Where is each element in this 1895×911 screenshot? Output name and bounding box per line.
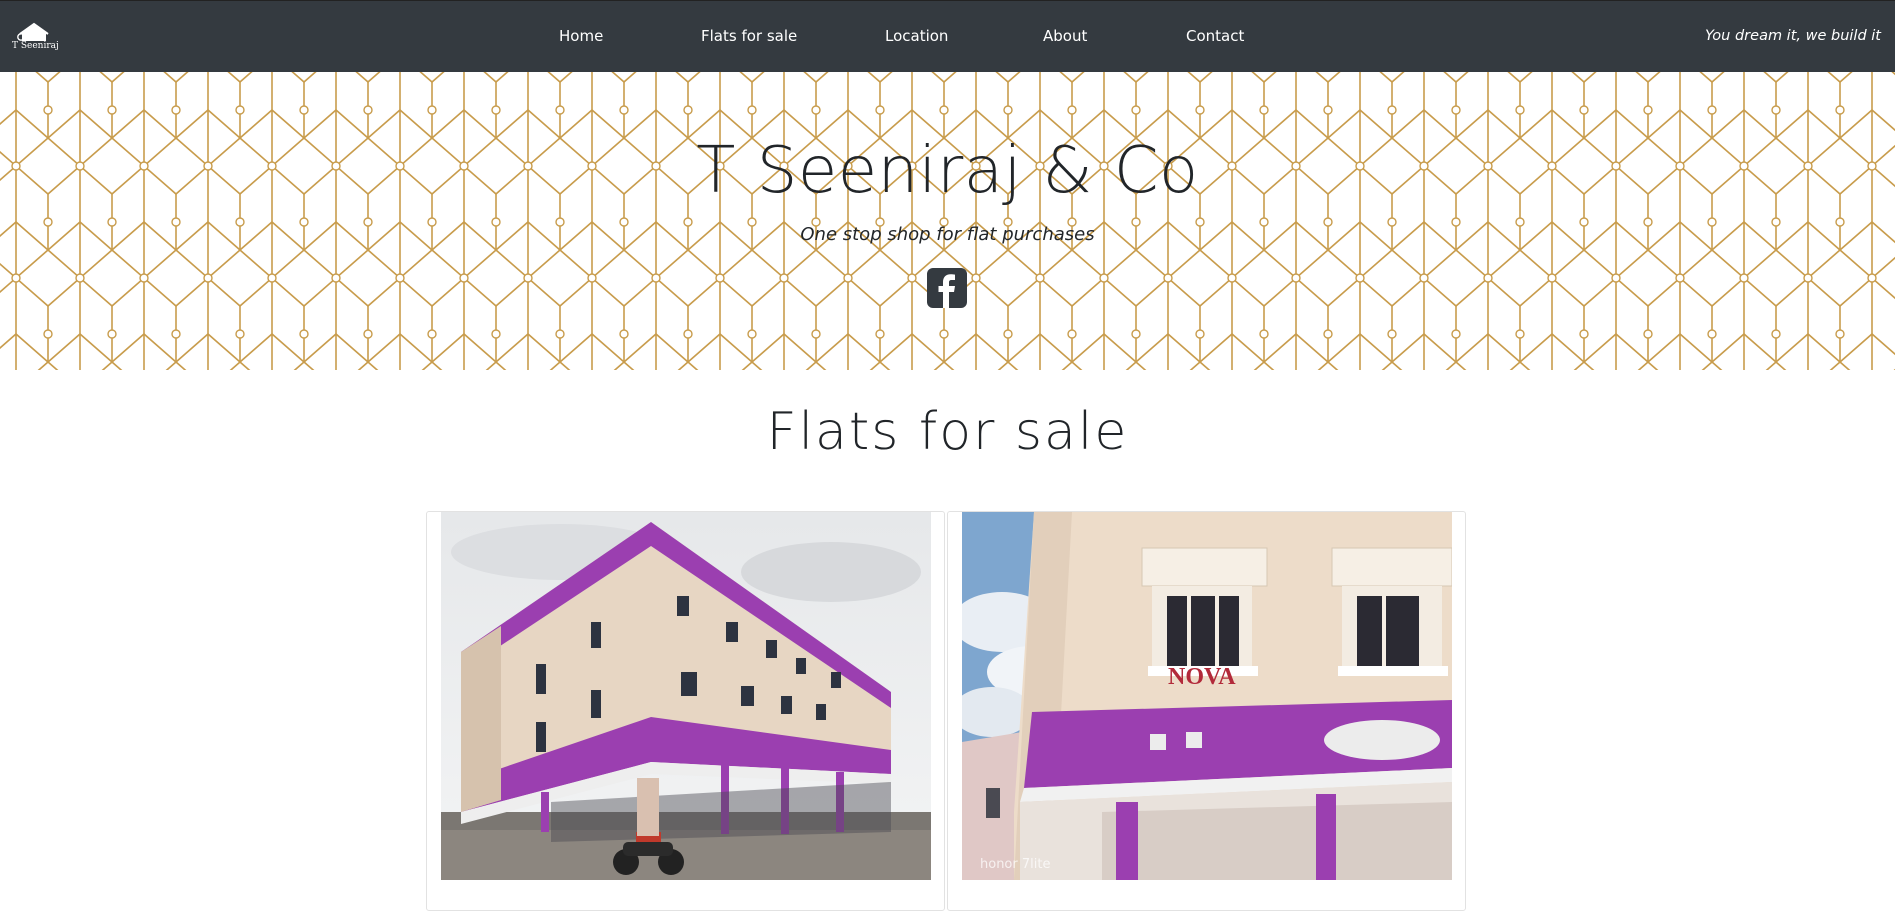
house-logo-icon xyxy=(17,22,49,41)
hero-title: T Seeniraj & Co xyxy=(696,134,1199,208)
facebook-icon xyxy=(927,268,967,308)
brand-logo[interactable]: T Seeniraj xyxy=(12,21,62,55)
camera-watermark: honor 7lite xyxy=(980,857,1050,872)
nav-flats-for-sale[interactable]: Flats for sale xyxy=(701,27,797,45)
brand-logo-text: T Seeniraj xyxy=(12,41,59,51)
building-nova-photo-icon[interactable]: NOVA honor 7lite xyxy=(962,512,1452,880)
facebook-link[interactable] xyxy=(927,268,967,308)
geometric-pattern-background xyxy=(0,72,1895,370)
nav-contact[interactable]: Contact xyxy=(1186,27,1244,45)
nav-about[interactable]: About xyxy=(1043,27,1087,45)
nova-sign-text: NOVA xyxy=(1168,664,1236,690)
navbar-tagline: You dream it, we build it xyxy=(1705,28,1881,44)
building-photo-icon[interactable] xyxy=(441,512,931,880)
flat-card[interactable]: NOVA honor 7lite xyxy=(947,511,1466,911)
nav-home[interactable]: Home xyxy=(559,27,603,45)
nav-location[interactable]: Location xyxy=(885,27,948,45)
hero-subtitle: One stop shop for flat purchases xyxy=(800,224,1095,245)
flats-section-title: Flats for sale xyxy=(766,402,1129,462)
flat-card[interactable] xyxy=(426,511,945,911)
navbar: T Seeniraj Home Flats for sale Location … xyxy=(0,0,1895,73)
hero-banner: T Seeniraj & Co One stop shop for flat p… xyxy=(0,72,1895,370)
